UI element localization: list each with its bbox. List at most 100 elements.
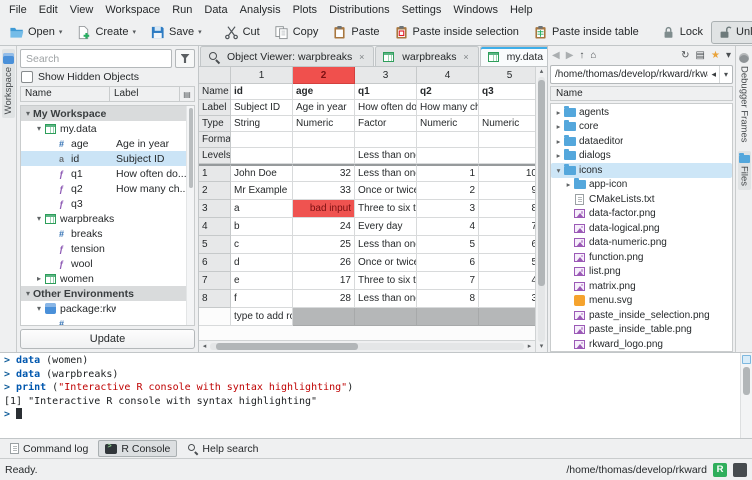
- cell-r5-c5[interactable]: 6: [479, 236, 535, 254]
- expand-icon[interactable]: ▸: [34, 274, 44, 283]
- console-corner-button[interactable]: [742, 355, 751, 364]
- expand-icon[interactable]: ▸: [554, 151, 563, 160]
- cell-levels-4[interactable]: [417, 148, 479, 164]
- scrollbar-thumb[interactable]: [743, 367, 750, 395]
- tab-warpbreaks[interactable]: warpbreaks ×: [375, 46, 478, 66]
- file-item-cmakelists-txt[interactable]: CMakeLists.txt: [551, 192, 732, 207]
- cell-r2-c4[interactable]: 2: [417, 182, 479, 200]
- cell-name-1[interactable]: id: [231, 84, 293, 100]
- tree-item-wool[interactable]: ƒwool: [21, 256, 186, 271]
- menu-plots[interactable]: Plots: [287, 3, 323, 17]
- row-header-1[interactable]: 1: [199, 164, 231, 182]
- menu-workspace[interactable]: Workspace: [99, 3, 166, 17]
- cell-r5-c4[interactable]: 5: [417, 236, 479, 254]
- search-options-button[interactable]: [175, 49, 195, 68]
- row-header-type[interactable]: Type: [199, 116, 231, 132]
- cell-r1-c2[interactable]: 32: [293, 164, 355, 182]
- cell-r3-c1[interactable]: a: [231, 200, 293, 218]
- show-hidden-checkbox[interactable]: [21, 71, 33, 83]
- dropdown-arrow-icon[interactable]: ▾: [198, 28, 202, 36]
- tree-item-q1[interactable]: ƒq1How often do...: [21, 166, 186, 181]
- dropdown-arrow-icon[interactable]: ▾: [132, 28, 136, 36]
- cell-r1-c3[interactable]: Less than onc...: [355, 164, 417, 182]
- file-item-list-png[interactable]: list.png: [551, 265, 732, 280]
- view-mode-icon[interactable]: ▤: [696, 50, 705, 62]
- forward-icon[interactable]: ▶: [566, 50, 574, 62]
- cell-r2-c5[interactable]: 9: [479, 182, 535, 200]
- clear-icon[interactable]: ◂: [711, 69, 716, 80]
- collapse-icon[interactable]: ▾: [554, 166, 563, 175]
- tab-workspace[interactable]: Workspace: [2, 49, 15, 118]
- console-scrollbar[interactable]: [740, 353, 752, 438]
- menu-analysis[interactable]: Analysis: [234, 3, 287, 17]
- paste-button[interactable]: Paste: [326, 21, 385, 44]
- scroll-down-icon[interactable]: ▾: [537, 343, 546, 351]
- home-icon[interactable]: ⌂: [590, 50, 596, 62]
- search-input[interactable]: [20, 49, 172, 68]
- cell-type-1[interactable]: String: [231, 116, 293, 132]
- scroll-right-icon[interactable]: ▸: [525, 343, 534, 351]
- cell-r7-c3[interactable]: Three to six ti...: [355, 272, 417, 290]
- cell-r7-c2[interactable]: 17: [293, 272, 355, 290]
- file-item-rkward-logo-png[interactable]: rkward_logo.png: [551, 337, 732, 352]
- file-item-data-numeric-png[interactable]: data-numeric.png: [551, 236, 732, 251]
- cell-r8-c4[interactable]: 8: [417, 290, 479, 308]
- cell-label-4[interactable]: How many ch...: [417, 100, 479, 116]
- cell-format-1[interactable]: [231, 132, 293, 148]
- menu-data[interactable]: Data: [198, 3, 233, 17]
- column-header-3[interactable]: 3: [355, 67, 417, 84]
- cell-r5-c3[interactable]: Less than onc...: [355, 236, 417, 254]
- row-header-7[interactable]: 7: [199, 272, 231, 290]
- cell-format-4[interactable]: [417, 132, 479, 148]
- column-header-2[interactable]: 2: [293, 67, 355, 84]
- options-dropdown-icon[interactable]: ▾: [726, 50, 731, 62]
- expand-icon[interactable]: ▸: [564, 180, 573, 189]
- cell-r1-c5[interactable]: 10: [479, 164, 535, 182]
- cell-r6-c2[interactable]: 26: [293, 254, 355, 272]
- collapse-icon[interactable]: ▾: [34, 214, 44, 223]
- cell-r2-c1[interactable]: Mr Example: [231, 182, 293, 200]
- tree-item-id[interactable]: aidSubject ID: [21, 151, 186, 166]
- collapse-icon[interactable]: ▾: [23, 289, 33, 298]
- scrollbar-thumb[interactable]: [538, 80, 545, 287]
- row-header-3[interactable]: 3: [199, 200, 231, 218]
- scroll-up-icon[interactable]: ▴: [537, 68, 546, 76]
- cell-r4-c5[interactable]: 7: [479, 218, 535, 236]
- cell-label-2[interactable]: Age in year: [293, 100, 355, 116]
- cell-r8-c2[interactable]: 28: [293, 290, 355, 308]
- file-item-paste-inside-selection-png[interactable]: paste_inside_selection.png: [551, 308, 732, 323]
- scrollbar-thumb[interactable]: [189, 108, 193, 188]
- cell-levels-5[interactable]: [479, 148, 535, 164]
- open-button[interactable]: Open ▾: [3, 21, 68, 44]
- cell-r6-c1[interactable]: d: [231, 254, 293, 272]
- vertical-scrollbar[interactable]: ▴ ▾: [535, 67, 547, 352]
- expand-icon[interactable]: ▸: [554, 108, 563, 117]
- cell-type-3[interactable]: Factor: [355, 116, 417, 132]
- row-header-levels[interactable]: Levels: [199, 148, 231, 164]
- unlock-button[interactable]: Unlock: [711, 21, 752, 44]
- paste-inside-selection-button[interactable]: Paste inside selection: [388, 21, 525, 44]
- file-item-matrix-png[interactable]: matrix.png: [551, 279, 732, 294]
- tree-item-women[interactable]: ▸women: [21, 271, 186, 286]
- tree-item-tension[interactable]: ƒtension: [21, 241, 186, 256]
- dropdown-arrow-icon[interactable]: ▾: [59, 28, 63, 36]
- up-icon[interactable]: ↑: [579, 50, 584, 62]
- show-hidden-objects-row[interactable]: Show Hidden Objects: [20, 71, 195, 83]
- collapse-icon[interactable]: ▾: [34, 124, 44, 133]
- tool-r-console[interactable]: R Console: [98, 440, 177, 457]
- cell-format-3[interactable]: [355, 132, 417, 148]
- invalid-cell[interactable]: bad input: [293, 200, 355, 218]
- menu-edit[interactable]: Edit: [33, 3, 64, 17]
- tree-section-my-workspace[interactable]: ▾My Workspace: [21, 106, 186, 121]
- menu-file[interactable]: File: [3, 3, 33, 17]
- file-item-dialogs[interactable]: ▸dialogs: [551, 149, 732, 164]
- tree-item-q3[interactable]: ƒq3: [21, 196, 186, 211]
- lock-button[interactable]: Lock: [655, 21, 709, 44]
- file-item-data-logical-png[interactable]: data-logical.png: [551, 221, 732, 236]
- path-combobox[interactable]: /home/thomas/develop/rkward/rkward/ ◂ ▾: [550, 65, 733, 84]
- cut-button[interactable]: Cut: [218, 21, 266, 44]
- cell-r4-c2[interactable]: 24: [293, 218, 355, 236]
- tab-object-viewer-warpbreaks[interactable]: Object Viewer: warpbreaks ×: [200, 46, 374, 66]
- bookmark-icon[interactable]: ★: [711, 50, 720, 62]
- cell-r4-c4[interactable]: 4: [417, 218, 479, 236]
